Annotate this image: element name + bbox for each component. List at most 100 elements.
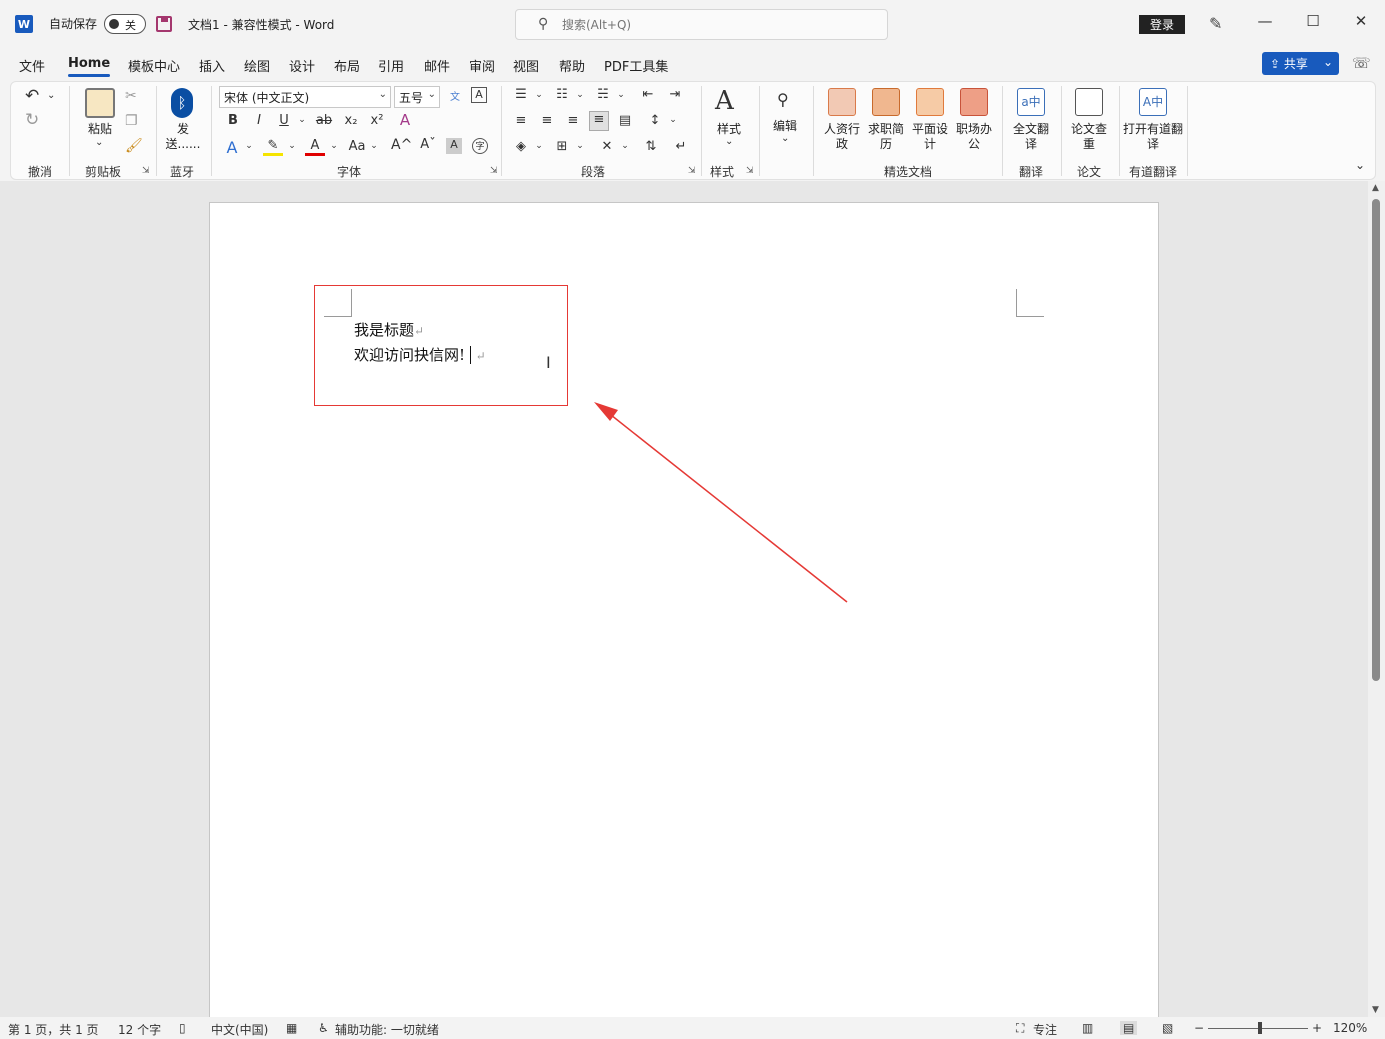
send-label[interactable]: 发送...... bbox=[165, 122, 201, 152]
decrease-indent-icon[interactable]: ⇤ bbox=[638, 87, 658, 102]
tab-file[interactable]: 文件 bbox=[19, 56, 45, 75]
tab-insert[interactable]: 插入 bbox=[199, 56, 225, 75]
resume-label[interactable]: 求职简历 bbox=[866, 122, 906, 152]
page-count[interactable]: 第 1 页，共 1 页 bbox=[8, 1021, 99, 1038]
youdao-translate-icon[interactable]: A中 bbox=[1139, 88, 1167, 116]
paste-icon[interactable] bbox=[85, 88, 115, 118]
word-count[interactable]: 12 个字 bbox=[118, 1021, 161, 1038]
multilevel-dropdown-icon[interactable]: ⌄ bbox=[611, 90, 631, 100]
resume-icon[interactable] bbox=[872, 88, 900, 116]
tab-references[interactable]: 引用 bbox=[378, 56, 404, 75]
line-spacing-dropdown-icon[interactable]: ⌄ bbox=[663, 115, 683, 125]
sort-icon[interactable]: ⇅ bbox=[641, 139, 661, 154]
save-icon[interactable] bbox=[156, 16, 172, 32]
tab-draw[interactable]: 绘图 bbox=[244, 56, 270, 75]
fulltext-translate-label[interactable]: 全文翻译 bbox=[1011, 122, 1051, 152]
styles-dropdown-icon[interactable]: ⌄ bbox=[725, 136, 733, 147]
italic-icon[interactable]: I bbox=[249, 113, 269, 128]
styles-label[interactable]: 样式 bbox=[711, 122, 747, 137]
office-icon[interactable] bbox=[960, 88, 988, 116]
document-page[interactable]: 我是标题↵ 欢迎访问抉信网! ↵ I bbox=[209, 202, 1159, 1017]
web-layout-icon[interactable]: ▧ bbox=[1162, 1021, 1173, 1035]
maximize-button[interactable]: ☐ bbox=[1298, 12, 1328, 36]
proofing-icon[interactable]: ▯ bbox=[179, 1021, 186, 1035]
text-effects-dropdown-icon[interactable]: ⌄ bbox=[239, 141, 259, 151]
char-border-icon[interactable]: A bbox=[471, 87, 487, 103]
char-shading-icon[interactable]: A bbox=[446, 138, 462, 154]
share-button[interactable]: ⇪ 共享 ⌄ bbox=[1262, 52, 1339, 75]
zoom-slider-thumb[interactable] bbox=[1258, 1022, 1262, 1034]
line-spacing-icon[interactable]: ↕ bbox=[645, 113, 665, 128]
undo-dropdown-icon[interactable]: ⌄ bbox=[47, 90, 55, 101]
zoom-out-button[interactable]: − bbox=[1194, 1021, 1204, 1035]
paper-check-label[interactable]: 论文查重 bbox=[1069, 122, 1109, 152]
increase-indent-icon[interactable]: ⇥ bbox=[665, 87, 685, 102]
chinese-layout-icon[interactable]: ✕ bbox=[597, 139, 617, 154]
office-label[interactable]: 职场办公 bbox=[954, 122, 994, 152]
numbering-dropdown-icon[interactable]: ⌄ bbox=[570, 90, 590, 100]
graphic-design-icon[interactable] bbox=[916, 88, 944, 116]
font-name-select[interactable]: 宋体 (中文正文) ⌄ bbox=[219, 86, 391, 108]
numbering-icon[interactable]: ☷ bbox=[552, 87, 572, 102]
tab-mailings[interactable]: 邮件 bbox=[424, 56, 450, 75]
bullets-dropdown-icon[interactable]: ⌄ bbox=[529, 90, 549, 100]
paper-check-icon[interactable] bbox=[1075, 88, 1103, 116]
comment-icon[interactable]: ☏ bbox=[1352, 54, 1371, 72]
clipboard-launcher-icon[interactable]: ⇲ bbox=[142, 166, 150, 176]
print-layout-icon[interactable]: ▤ bbox=[1120, 1021, 1138, 1035]
login-button[interactable]: 登录 bbox=[1139, 15, 1185, 34]
pen-icon[interactable]: ✎ bbox=[1209, 14, 1222, 33]
fulltext-translate-icon[interactable]: a中 bbox=[1017, 88, 1045, 116]
redo-icon[interactable]: ↻ bbox=[25, 110, 39, 130]
align-center-icon[interactable]: ≡ bbox=[537, 113, 557, 128]
tab-design[interactable]: 设计 bbox=[289, 56, 315, 75]
scrollbar-thumb[interactable] bbox=[1372, 199, 1380, 681]
enclose-chars-icon[interactable]: 字 bbox=[472, 138, 488, 154]
bullets-icon[interactable]: ☰ bbox=[511, 87, 531, 102]
font-color-dropdown-icon[interactable]: ⌄ bbox=[324, 141, 344, 151]
scroll-up-icon[interactable]: ▲ bbox=[1372, 183, 1379, 193]
search-input[interactable] bbox=[562, 15, 862, 35]
styles-icon[interactable]: A bbox=[715, 86, 734, 116]
paste-dropdown-icon[interactable]: ⌄ bbox=[95, 137, 103, 148]
tab-template-center[interactable]: 模板中心 bbox=[128, 56, 180, 75]
tab-review[interactable]: 审阅 bbox=[469, 56, 495, 75]
grow-font-icon[interactable]: A^ bbox=[391, 137, 412, 153]
hr-admin-label[interactable]: 人资行政 bbox=[822, 122, 862, 152]
distributed-icon[interactable]: ▤ bbox=[615, 113, 635, 128]
accessibility-status[interactable]: 辅助功能: 一切就绪 bbox=[335, 1021, 439, 1038]
edit-label[interactable]: 编辑 bbox=[767, 119, 803, 134]
close-button[interactable]: ✕ bbox=[1346, 12, 1376, 36]
shading-icon[interactable]: ◈ bbox=[511, 139, 531, 154]
zoom-in-button[interactable]: + bbox=[1312, 1021, 1322, 1035]
tab-home[interactable]: Home bbox=[68, 56, 111, 77]
multilevel-list-icon[interactable]: ☵ bbox=[593, 87, 613, 102]
focus-icon[interactable]: ⛶ bbox=[1016, 1021, 1024, 1036]
undo-icon[interactable]: ↶ bbox=[25, 86, 39, 106]
phonetic-guide-icon[interactable]: 文 bbox=[445, 88, 465, 103]
font-size-select[interactable]: 五号 ⌄ bbox=[394, 86, 440, 108]
chinese-layout-dropdown-icon[interactable]: ⌄ bbox=[615, 141, 635, 151]
paragraph-launcher-icon[interactable]: ⇲ bbox=[688, 166, 696, 176]
read-mode-icon[interactable]: ▥ bbox=[1082, 1021, 1093, 1035]
clear-format-icon[interactable]: A bbox=[395, 111, 415, 129]
zoom-level[interactable]: 120% bbox=[1333, 1021, 1367, 1035]
language[interactable]: 中文(中国) bbox=[211, 1021, 268, 1038]
tab-pdf-tools[interactable]: PDF工具集 bbox=[604, 56, 668, 75]
subscript-icon[interactable]: x₂ bbox=[341, 113, 361, 128]
styles-launcher-icon[interactable]: ⇲ bbox=[746, 166, 754, 176]
borders-dropdown-icon[interactable]: ⌄ bbox=[570, 141, 590, 151]
format-painter-icon[interactable]: 🖌 bbox=[125, 138, 143, 154]
open-youdao-label[interactable]: 打开有道翻译 bbox=[1123, 122, 1183, 152]
justify-icon[interactable]: ≡ bbox=[589, 111, 609, 131]
underline-dropdown-icon[interactable]: ⌄ bbox=[292, 115, 312, 125]
align-left-icon[interactable]: ≡ bbox=[511, 113, 531, 128]
search-box[interactable]: ⚲ bbox=[515, 9, 888, 40]
font-color-icon[interactable]: A bbox=[305, 138, 325, 156]
tab-help[interactable]: 帮助 bbox=[559, 56, 585, 75]
ribbon-collapse-icon[interactable]: ⌄ bbox=[1355, 158, 1365, 172]
tab-view[interactable]: 视图 bbox=[513, 56, 539, 75]
superscript-icon[interactable]: x² bbox=[367, 113, 387, 128]
accessibility-icon[interactable]: ♿ bbox=[318, 1021, 329, 1035]
autosave-toggle[interactable]: 关 bbox=[104, 14, 146, 34]
